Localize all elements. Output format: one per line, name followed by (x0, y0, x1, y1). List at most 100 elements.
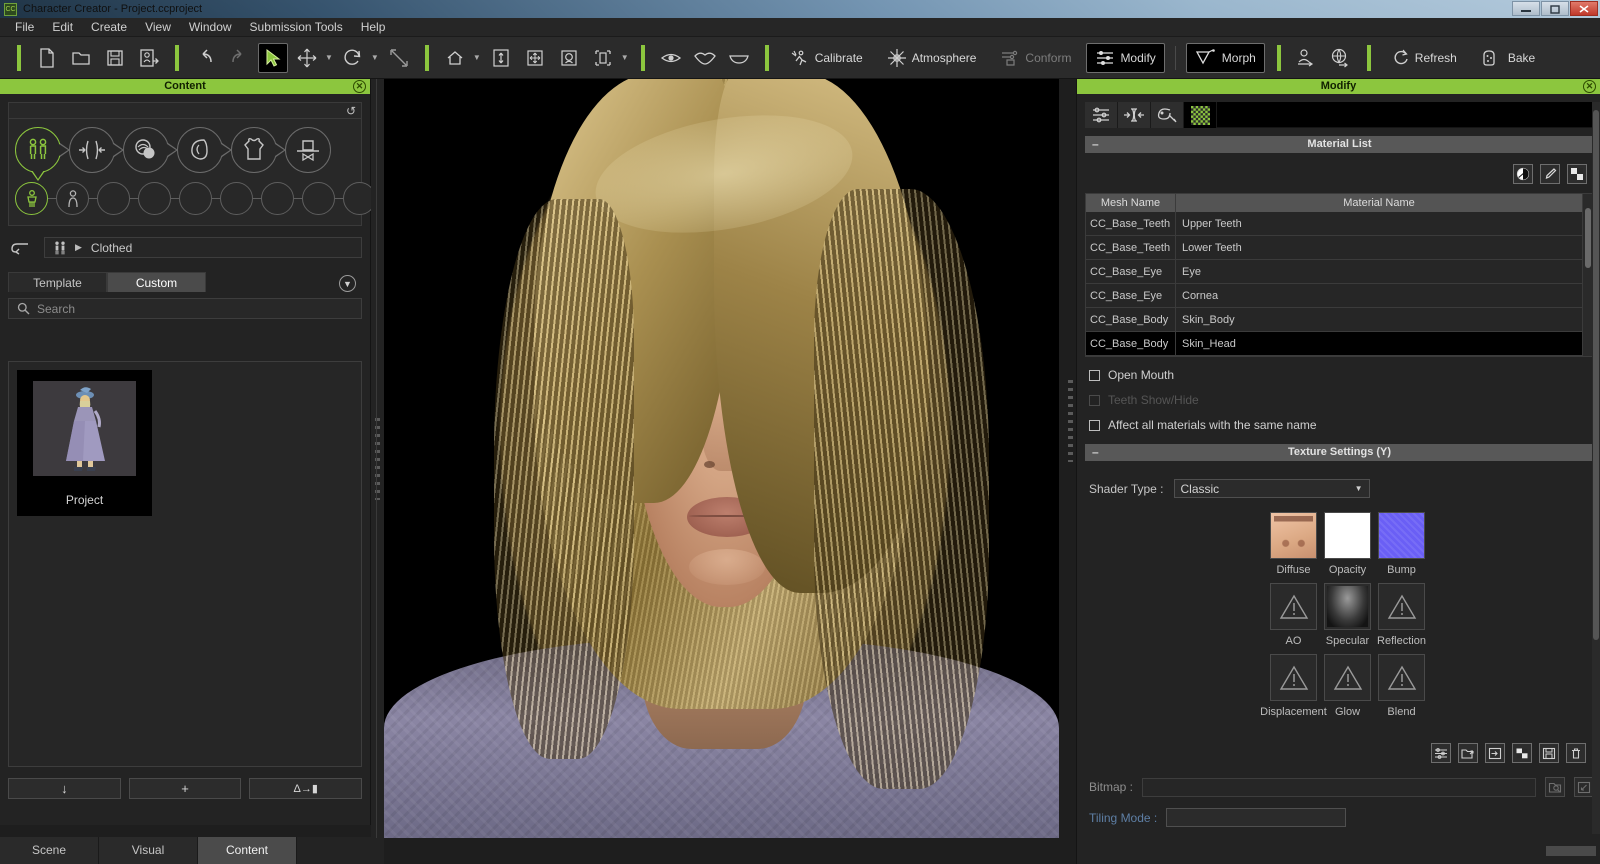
scrollbar-thumb[interactable] (1593, 110, 1599, 640)
checkbox-box[interactable] (1089, 419, 1100, 431)
menu-window[interactable]: Window (180, 18, 241, 36)
material-list-header[interactable]: – Material List (1085, 136, 1594, 153)
minimize-button[interactable] (1512, 1, 1540, 16)
modify-panel-handle[interactable] (1068, 380, 1073, 462)
move-dropdown-caret[interactable]: ▼ (325, 53, 333, 62)
menu-submission-tools[interactable]: Submission Tools (241, 18, 352, 36)
reflection-thumbnail[interactable] (1378, 583, 1425, 630)
refresh-button[interactable]: Refresh (1383, 43, 1466, 73)
conform-button[interactable]: Conform (991, 43, 1080, 73)
apply-button[interactable]: Δ→▮ (249, 778, 363, 799)
settings-button[interactable] (1431, 743, 1451, 763)
fit-height-icon[interactable] (486, 43, 516, 73)
load-texture-button[interactable] (1458, 743, 1478, 763)
eye-icon[interactable] (656, 43, 686, 73)
bake-button[interactable]: Bake (1472, 43, 1544, 73)
diffuse-thumbnail[interactable] (1270, 512, 1317, 559)
browse-bitmap-button[interactable] (1545, 777, 1565, 797)
category-accessory[interactable] (285, 127, 331, 173)
table-row[interactable]: CC_Base_Eye Cornea (1086, 284, 1582, 308)
checker-button[interactable] (1567, 164, 1587, 184)
download-button[interactable]: ↓ (8, 778, 121, 799)
table-row[interactable]: CC_Base_Teeth Upper Teeth (1086, 212, 1582, 236)
tab-content[interactable]: Content (198, 837, 297, 864)
fit-all-icon[interactable] (520, 43, 550, 73)
subcategory-empty-3[interactable] (179, 182, 212, 215)
tab-scene[interactable]: Scene (0, 837, 99, 864)
table-row[interactable]: CC_Base_Body Skin_Body (1086, 308, 1582, 332)
panel-resize-grip[interactable] (1546, 846, 1596, 856)
category-figure[interactable] (15, 127, 70, 173)
minus-icon[interactable]: – (1092, 136, 1099, 153)
pick-bitmap-button[interactable] (1574, 777, 1594, 797)
texture-channel-reflection[interactable]: Reflection (1365, 583, 1439, 647)
category-cloth[interactable] (231, 127, 286, 173)
search-input[interactable]: Search (8, 298, 362, 319)
mouth-icon[interactable] (724, 43, 754, 73)
tab-visual[interactable]: Visual (99, 837, 198, 864)
chevron-down-icon[interactable]: ▼ (339, 275, 356, 292)
subcategory-empty-4[interactable] (220, 182, 253, 215)
new-file-icon[interactable] (32, 43, 62, 73)
texture-channel-blend[interactable]: Blend (1365, 654, 1439, 718)
save-icon[interactable] (100, 43, 130, 73)
rotate-dropdown-caret[interactable]: ▼ (371, 53, 379, 62)
tab-mesh[interactable] (1118, 102, 1151, 128)
category-skin[interactable] (123, 127, 178, 173)
home-view-icon[interactable] (440, 43, 470, 73)
list-item[interactable]: Project (17, 370, 152, 516)
category-head[interactable] (177, 127, 232, 173)
specular-thumbnail[interactable] (1324, 583, 1371, 630)
menu-file[interactable]: File (6, 18, 43, 36)
viewport-left-handle[interactable] (371, 79, 384, 838)
bounding-box-icon[interactable] (588, 43, 618, 73)
tiling-mode-dropdown[interactable] (1166, 808, 1347, 827)
minus-icon[interactable]: – (1092, 444, 1099, 461)
select-arrow-icon[interactable] (258, 42, 288, 73)
column-mesh-name[interactable]: Mesh Name (1086, 194, 1176, 212)
home-dropdown-caret[interactable]: ▼ (473, 53, 481, 62)
checkbox-box[interactable] (1089, 369, 1100, 381)
avatar-export-icon[interactable] (1292, 43, 1322, 73)
bbox-dropdown-caret[interactable]: ▼ (621, 53, 629, 62)
export-icon[interactable] (134, 43, 164, 73)
scrollbar-thumb[interactable] (1585, 208, 1591, 268)
checker-tile-button[interactable] (1512, 743, 1532, 763)
asset-thumbnail[interactable] (17, 370, 152, 487)
chevron-down-icon[interactable]: ▼ (1355, 484, 1363, 493)
table-row[interactable]: CC_Base_Eye Eye (1086, 260, 1582, 284)
checkbox-open-mouth[interactable]: Open Mouth (1085, 368, 1594, 382)
bump-thumbnail[interactable] (1378, 512, 1425, 559)
delete-button[interactable] (1566, 743, 1586, 763)
category-shape[interactable] (69, 127, 124, 173)
shader-type-dropdown[interactable]: Classic ▼ (1173, 479, 1370, 498)
rotate-icon[interactable] (338, 43, 368, 73)
menu-help[interactable]: Help (352, 18, 395, 36)
menu-view[interactable]: View (136, 18, 180, 36)
save-button[interactable] (1539, 743, 1559, 763)
subcategory-empty-6[interactable] (302, 182, 335, 215)
subcategory-empty-5[interactable] (261, 182, 294, 215)
atmosphere-button[interactable]: Atmosphere (878, 43, 986, 73)
maximize-button[interactable] (1541, 1, 1569, 16)
subcategory-empty-1[interactable] (97, 182, 130, 215)
column-material-name[interactable]: Material Name (1176, 194, 1582, 212)
open-folder-icon[interactable] (66, 43, 96, 73)
redo-icon[interactable] (224, 43, 254, 73)
3d-viewport[interactable] (384, 79, 1059, 838)
eyedropper-button[interactable] (1540, 164, 1560, 184)
morph-button[interactable]: Morph (1185, 42, 1265, 73)
reload-icon[interactable]: ↺ (346, 104, 356, 118)
scale-icon[interactable] (384, 43, 414, 73)
subcategory-nude[interactable] (56, 182, 89, 215)
import-button[interactable] (1485, 743, 1505, 763)
menu-edit[interactable]: Edit (43, 18, 82, 36)
tab-custom[interactable]: Custom (107, 272, 206, 292)
close-button[interactable] (1570, 1, 1598, 16)
tab-physics[interactable] (1151, 102, 1184, 128)
move-icon[interactable] (292, 43, 322, 73)
modify-panel-scrollbar[interactable] (1592, 102, 1600, 834)
table-row-selected[interactable]: CC_Base_Body Skin_Head (1086, 332, 1582, 356)
sphere-preview-button[interactable] (1513, 164, 1533, 184)
texture-channel-bump[interactable]: Bump (1365, 512, 1439, 576)
